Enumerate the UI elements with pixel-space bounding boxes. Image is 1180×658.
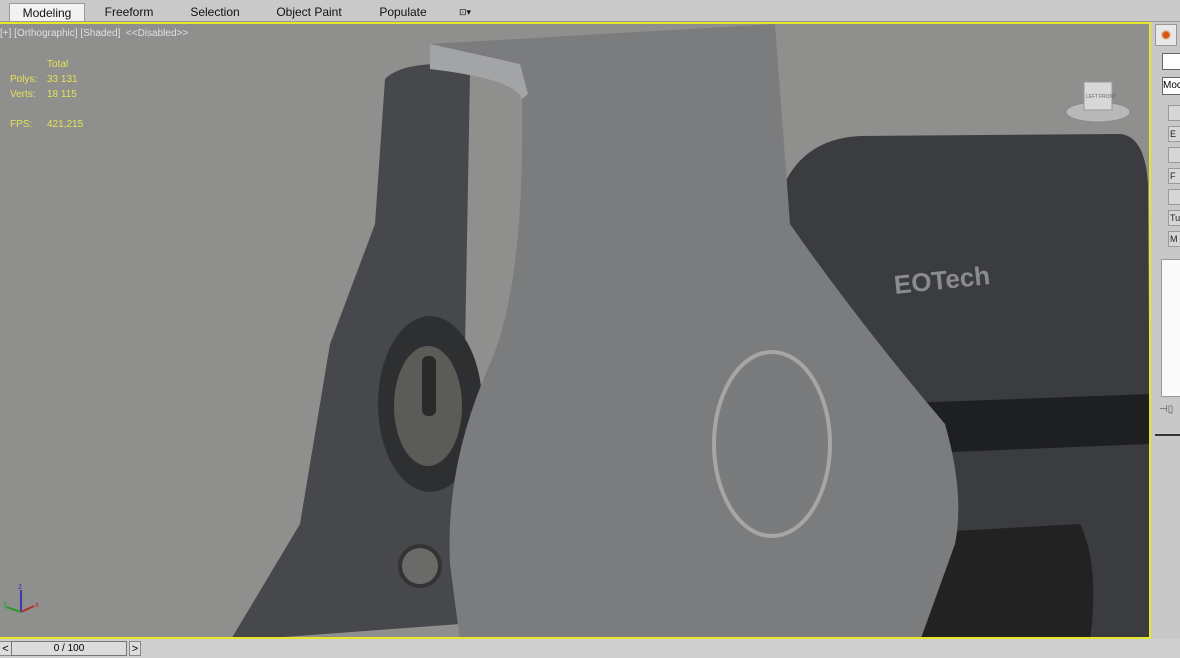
next-frame-button[interactable]: > [129, 641, 141, 656]
pin-stack-icon[interactable]: ⊣▯ [1159, 404, 1173, 415]
sun-icon[interactable]: ✹ [1155, 24, 1177, 46]
ribbon: Modeling Freeform Selection Object Paint… [0, 0, 1180, 22]
tab-populate[interactable]: Populate [372, 3, 434, 21]
panel-button[interactable] [1168, 189, 1180, 205]
object-name-field[interactable] [1162, 53, 1180, 70]
panel-button[interactable]: E [1168, 126, 1180, 142]
viewport-orthographic[interactable]: LEFT FRONT EOTech z y x [+] [Orthographi… [0, 22, 1151, 639]
modifier-stack[interactable] [1161, 259, 1180, 397]
modifier-list-dropdown[interactable]: Moc [1162, 77, 1180, 95]
panel-button[interactable]: Tu [1168, 210, 1180, 226]
command-panel: ✹ Moc E F Tu M ⊣▯ [1153, 22, 1180, 658]
panel-button[interactable] [1168, 147, 1180, 163]
viewport-statistics: Total Polys: 33 131 Verts: 18 115 FPS: 421,… [10, 59, 84, 130]
divider [1155, 434, 1180, 436]
tab-freeform[interactable]: Freeform [95, 3, 163, 21]
panel-button[interactable]: F [1168, 168, 1180, 184]
time-slider-bar: < 0 / 100 > [0, 639, 1180, 658]
scene-render: LEFT FRONT EOTech z y x [0, 24, 1149, 637]
viewport-label[interactable]: [+] [Orthographic] [Shaded] <<Disabled>> [0, 28, 188, 39]
tab-object-paint[interactable]: Object Paint [270, 3, 348, 21]
panel-button[interactable] [1168, 105, 1180, 121]
svg-text:x: x [35, 600, 39, 609]
tab-selection[interactable]: Selection [180, 3, 250, 21]
svg-text:z: z [18, 582, 22, 591]
svg-text:FRONT: FRONT [1099, 94, 1116, 100]
time-slider[interactable]: 0 / 100 [11, 641, 127, 656]
svg-text:LEFT: LEFT [1086, 94, 1098, 100]
svg-text:y: y [3, 599, 7, 608]
ribbon-options-dropdown-icon[interactable]: ⊡▾ [452, 3, 478, 21]
tab-modeling[interactable]: Modeling [9, 3, 85, 21]
panel-button[interactable]: M [1168, 231, 1180, 247]
